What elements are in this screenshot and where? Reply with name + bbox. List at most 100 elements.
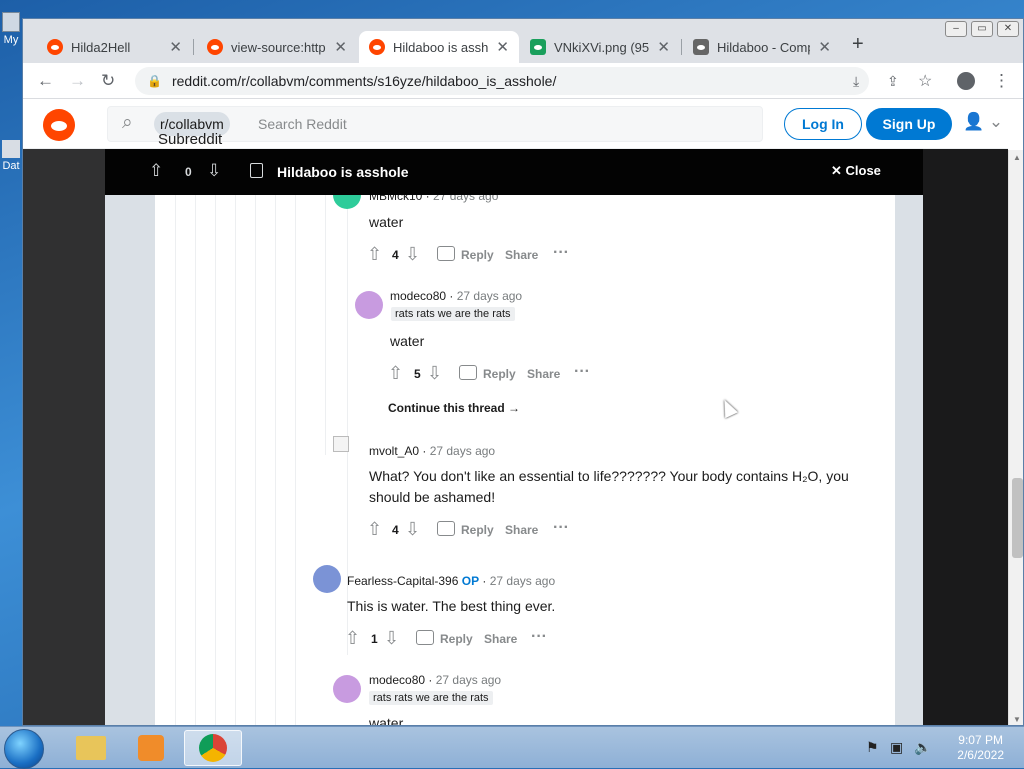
downvote-icon[interactable]: ⇩ xyxy=(405,519,420,540)
avatar[interactable] xyxy=(333,675,361,703)
comment-actions: ⇧ 4 ⇩ Reply Share ··· xyxy=(367,519,587,542)
minimize-button[interactable]: – xyxy=(945,21,967,37)
install-icon[interactable]: ⤓ xyxy=(853,73,859,90)
back-arrow-icon[interactable]: ← xyxy=(37,71,54,91)
username[interactable]: MBMck10 xyxy=(369,195,422,203)
avatar[interactable] xyxy=(355,291,383,319)
arrow-right-icon: → xyxy=(508,401,521,415)
thread-line xyxy=(215,195,216,725)
post-doc-icon xyxy=(250,163,263,178)
bookmark-star-icon[interactable]: ☆ xyxy=(918,71,932,91)
user-menu-icon[interactable]: 👤 ⌄ xyxy=(963,112,1003,132)
comment-meta: Fearless-Capital-396 OP · 27 days ago xyxy=(347,574,556,588)
reply-button[interactable]: Reply xyxy=(461,523,494,537)
downvote-icon[interactable]: ⇩ xyxy=(384,628,399,649)
lock-icon: 🔒 xyxy=(147,74,162,88)
reddit-icon xyxy=(369,39,385,55)
profile-avatar-icon[interactable] xyxy=(957,72,975,90)
upvote-icon[interactable]: ⇧ xyxy=(345,628,360,649)
scroll-thumb[interactable] xyxy=(1012,478,1023,558)
username[interactable]: modeco80 xyxy=(390,289,446,303)
timestamp: 27 days ago xyxy=(429,444,496,458)
scroll-up-icon[interactable]: ▲ xyxy=(1013,153,1021,162)
continue-thread-link[interactable]: Continue this thread → xyxy=(388,401,520,415)
avatar-broken-image[interactable] xyxy=(333,436,349,452)
upvote-icon[interactable]: ⇧ xyxy=(388,363,403,384)
post-top-bar: ⇧ 0 ⇩ Hildaboo is asshole ✕ Close xyxy=(105,149,923,195)
network-icon[interactable]: ▣ xyxy=(890,739,903,756)
signup-button[interactable]: Sign Up xyxy=(866,108,952,140)
taskbar-media-player[interactable] xyxy=(122,730,180,766)
address-bar[interactable]: 🔒 reddit.com/r/collabvm/comments/s16yze/… xyxy=(135,67,869,95)
upvote-icon[interactable]: ⇧ xyxy=(367,519,382,540)
more-options-button[interactable]: ··· xyxy=(553,519,569,537)
taskbar-chrome[interactable] xyxy=(184,730,242,766)
clock-time: 9:07 PM xyxy=(958,733,1003,747)
login-button[interactable]: Log In xyxy=(784,108,862,140)
avatar[interactable] xyxy=(333,195,361,209)
tab-collabvm[interactable]: Hildaboo - Comp ✕ xyxy=(683,31,841,63)
reply-button[interactable]: Reply xyxy=(461,248,494,262)
search-input[interactable]: Search Reddit xyxy=(258,116,347,132)
volume-icon[interactable]: 🔈 xyxy=(914,739,931,756)
search-bar[interactable]: ⌕ r/collabvm Subreddit Search Reddit xyxy=(107,106,763,148)
downvote-icon[interactable]: ⇩ xyxy=(427,363,442,384)
browser-toolbar: ← → ↻ 🔒 reddit.com/r/collabvm/comments/s… xyxy=(23,63,1023,99)
new-tab-button[interactable]: + xyxy=(852,33,864,56)
more-options-button[interactable]: ··· xyxy=(553,244,569,262)
upvote-icon[interactable]: ⇧ xyxy=(149,161,163,181)
search-icon: ⌕ xyxy=(122,112,133,133)
downvote-icon[interactable]: ⇩ xyxy=(405,244,420,265)
taskbar-explorer[interactable] xyxy=(62,730,120,766)
username[interactable]: modeco80 xyxy=(369,673,425,687)
upvote-icon[interactable]: ⇧ xyxy=(367,244,382,265)
share-button[interactable]: Share xyxy=(505,248,538,262)
kebab-menu-icon[interactable]: ⋮ xyxy=(993,71,1010,91)
close-label: Close xyxy=(845,163,881,178)
close-post-button[interactable]: ✕ Close xyxy=(831,163,881,179)
username[interactable]: mvolt_A0 xyxy=(369,444,419,458)
tab-hilda2hell[interactable]: Hilda2Hell ✕ xyxy=(37,31,192,63)
network-warning-icon[interactable]: ⚑ xyxy=(866,739,879,756)
tab-hildaboo-active[interactable]: Hildaboo is asshole ✕ xyxy=(359,31,519,63)
timestamp: 27 days ago xyxy=(435,673,502,687)
start-button[interactable] xyxy=(4,729,44,769)
downvote-icon[interactable]: ⇩ xyxy=(207,161,221,181)
tab-divider xyxy=(193,39,194,55)
close-tab-icon[interactable]: ✕ xyxy=(334,38,347,56)
close-tab-icon[interactable]: ✕ xyxy=(657,38,670,56)
desktop-icon-computer[interactable]: My xyxy=(0,12,22,62)
folder-icon xyxy=(76,736,106,760)
forward-arrow-icon[interactable]: → xyxy=(69,71,86,91)
avatar[interactable] xyxy=(313,565,341,593)
close-tab-icon[interactable]: ✕ xyxy=(496,38,509,56)
page-scrollbar[interactable]: ▲ ▼ xyxy=(1008,150,1023,725)
comments-area: MBMck10 · 27 days ago water ⇧ 4 ⇩ Reply … xyxy=(105,195,923,725)
clock[interactable]: 9:07 PM 2/6/2022 xyxy=(957,733,1004,763)
tab-image[interactable]: VNkiXVi.png (956 ✕ xyxy=(520,31,680,63)
more-options-button[interactable]: ··· xyxy=(574,363,590,381)
timestamp: 27 days ago xyxy=(433,195,499,203)
comment-text: water xyxy=(369,214,404,230)
share-icon[interactable]: ⇪ xyxy=(887,73,899,90)
tab-view-source[interactable]: view-source:https: ✕ xyxy=(197,31,357,63)
chrome-icon xyxy=(199,734,227,762)
reply-button[interactable]: Reply xyxy=(440,632,473,646)
desktop-icon-data[interactable]: Dat xyxy=(0,140,22,190)
username[interactable]: Fearless-Capital-396 xyxy=(347,574,458,588)
reload-icon[interactable]: ↻ xyxy=(101,71,115,91)
share-button[interactable]: Share xyxy=(505,523,538,537)
maximize-button[interactable]: ▭ xyxy=(971,21,993,37)
close-window-button[interactable]: ✕ xyxy=(997,21,1019,37)
reddit-logo-icon[interactable] xyxy=(43,109,75,141)
close-tab-icon[interactable]: ✕ xyxy=(818,38,831,56)
tab-strip: Hilda2Hell ✕ view-source:https: ✕ Hildab… xyxy=(23,19,1023,63)
share-button[interactable]: Share xyxy=(484,632,517,646)
close-tab-icon[interactable]: ✕ xyxy=(169,38,182,56)
more-options-button[interactable]: ··· xyxy=(531,628,547,646)
share-button[interactable]: Share xyxy=(527,367,560,381)
browser-window: Hilda2Hell ✕ view-source:https: ✕ Hildab… xyxy=(22,18,1024,726)
reply-button[interactable]: Reply xyxy=(483,367,516,381)
scroll-down-icon[interactable]: ▼ xyxy=(1013,715,1021,724)
comment-meta: MBMck10 · 27 days ago xyxy=(369,195,498,203)
